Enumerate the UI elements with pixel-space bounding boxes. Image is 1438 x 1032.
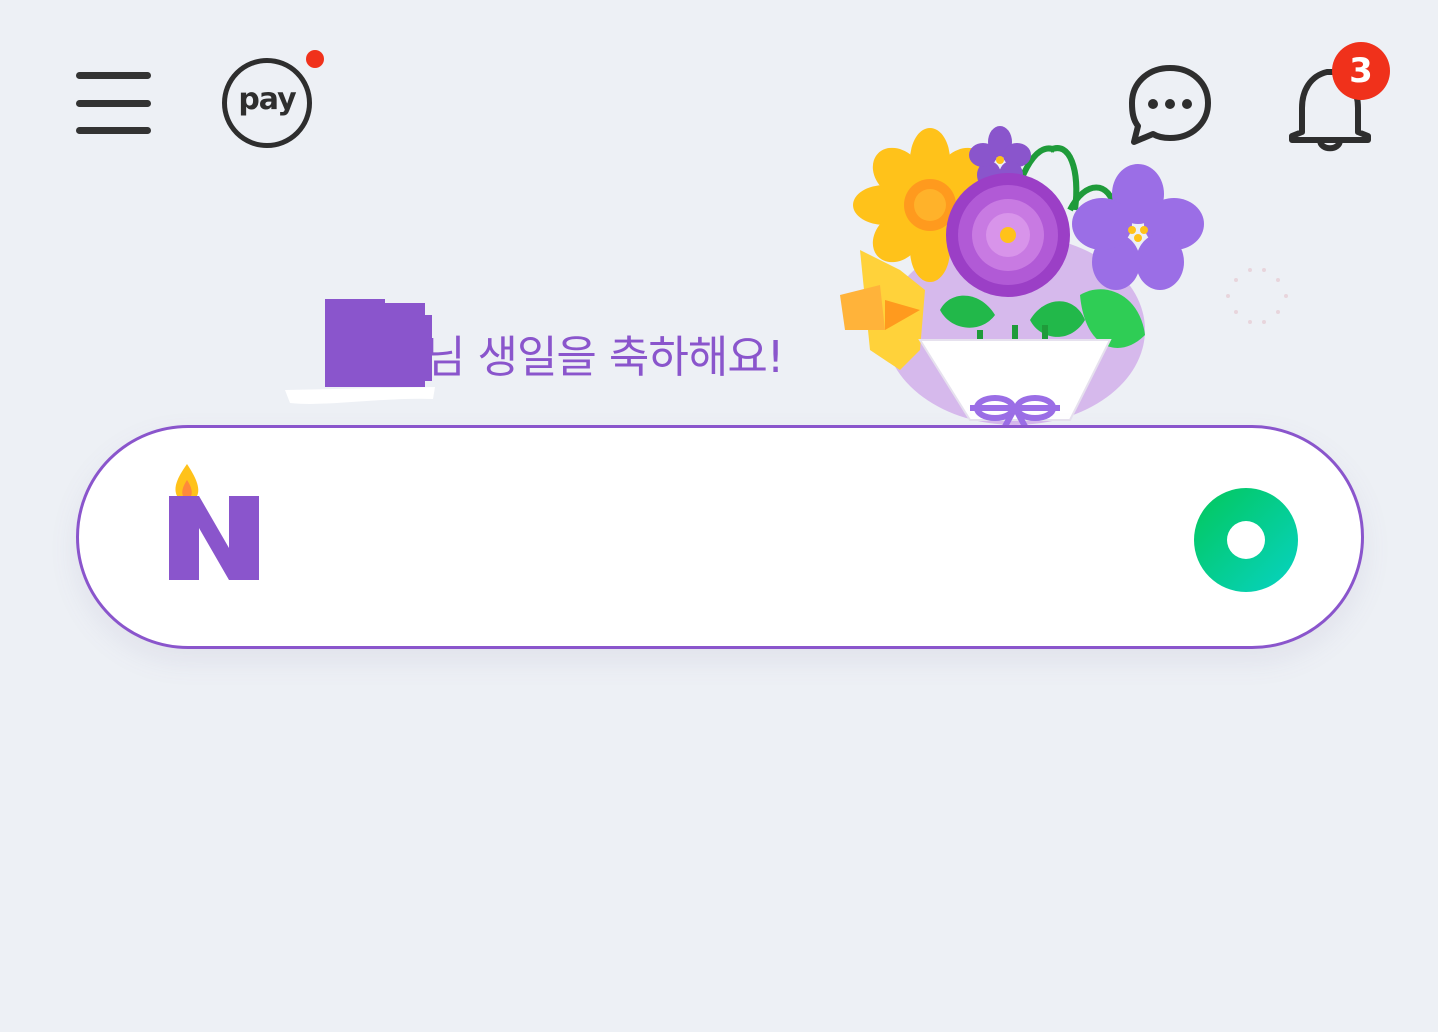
menu-button[interactable] bbox=[64, 60, 164, 150]
hamburger-menu-icon bbox=[64, 60, 164, 150]
notification-badge: 3 bbox=[1332, 42, 1390, 100]
birthday-greeting: 님 생일을 축하해요! bbox=[285, 295, 845, 405]
green-smart-lens-icon[interactable] bbox=[1191, 485, 1301, 595]
sparkle-decoration bbox=[1226, 268, 1288, 324]
birthday-bouquet-illustration bbox=[840, 126, 1204, 432]
greeting-text: 님 생일을 축하해요! bbox=[425, 332, 784, 383]
pay-label: pay bbox=[238, 81, 296, 117]
search-bar[interactable] bbox=[76, 425, 1364, 649]
pay-button[interactable]: pay bbox=[220, 50, 324, 156]
new-indicator-dot bbox=[306, 50, 324, 68]
redacted-username bbox=[285, 299, 435, 404]
naver-birthday-n-logo-icon bbox=[169, 464, 259, 580]
notifications-button[interactable]: 3 bbox=[1280, 36, 1400, 156]
pay-icon: pay bbox=[222, 58, 312, 148]
search-input[interactable] bbox=[309, 488, 1133, 590]
